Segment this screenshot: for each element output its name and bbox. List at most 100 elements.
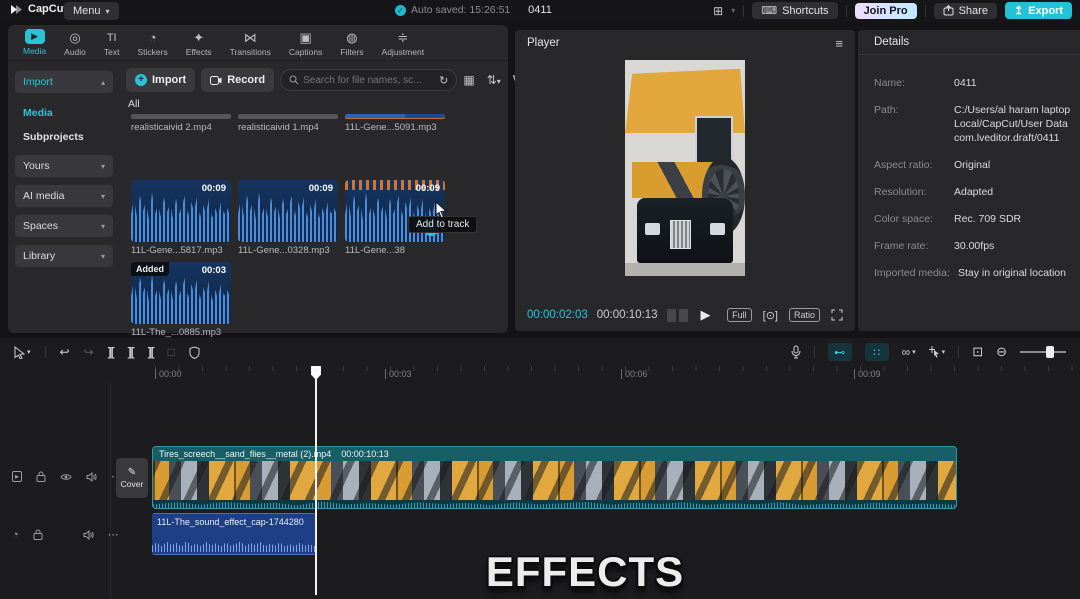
display-layout-icon[interactable]: ⊞ [713, 4, 723, 18]
timeline-ruler[interactable]: 00:00 00:03 00:06 00:09 [0, 366, 1080, 383]
preview-cursor-toggle[interactable]: ▾ [929, 346, 946, 358]
mask-shield-icon[interactable] [189, 346, 200, 359]
sidebar-item-spaces[interactable]: Spaces ▾ [15, 215, 113, 237]
tab-label: Effects [186, 47, 212, 57]
sidebar-item-media[interactable]: Media [15, 101, 113, 125]
zoom-out-icon[interactable]: ⊖ [996, 344, 1007, 360]
audio-clip[interactable]: 11L-The_sound_effect_cap-1744280 [152, 513, 316, 555]
tab-media[interactable]: ▶ Media [16, 29, 53, 60]
media-item-name: 11L-Gene...0328.mp3 [238, 245, 338, 256]
media-panel: ▶ Media ◎ Audio TI Text ◔ Stickers ✦ Eff… [8, 25, 508, 333]
eye-icon[interactable] [60, 473, 72, 481]
main-track-magnet-toggle[interactable]: ⊷ [828, 343, 852, 361]
delete-left-button[interactable]: ][ [128, 345, 134, 359]
export-button[interactable]: ↥ Export [1005, 2, 1072, 19]
lock-icon[interactable] [33, 529, 43, 540]
audio-track-icon: ◔ [12, 529, 19, 541]
preview-axis-icon[interactable]: ⊡ [972, 344, 983, 360]
undo-button[interactable]: ↩ [60, 345, 70, 359]
record-button[interactable]: Record [201, 68, 274, 92]
player-menu-icon[interactable]: ≡ [835, 36, 843, 51]
speaker-icon[interactable] [83, 530, 94, 540]
import-button[interactable]: + Import [126, 68, 195, 92]
car [637, 198, 733, 263]
grid-view-icon[interactable]: ▦ [463, 73, 474, 87]
media-item[interactable]: 00:09 11L-Gene...5817.mp3 [131, 180, 231, 256]
sort-glyph: ⇅ [487, 73, 497, 87]
tab-audio[interactable]: ◎ Audio [57, 29, 93, 60]
shortcuts-button[interactable]: ⌨ Shortcuts [752, 2, 837, 19]
details-row: Name: 0411 [874, 76, 1074, 90]
duration-badge: 00:03 [202, 265, 226, 276]
tab-transitions[interactable]: ⋈ Transitions [223, 29, 278, 60]
join-pro-button[interactable]: Join Pro [855, 3, 917, 19]
sort-icon[interactable]: ⇅▾ [487, 73, 501, 87]
cover-button[interactable]: ✎ Cover [116, 458, 148, 498]
delete-button[interactable]: □ [168, 345, 175, 359]
sidebar-label: Library [23, 250, 55, 262]
video-clip-duration: 00:00:10:13 [341, 449, 389, 459]
sidebar-item-subprojects[interactable]: Subprojects [15, 125, 113, 149]
timeline-zoom-slider[interactable] [1020, 351, 1066, 353]
export-label: Export [1028, 5, 1063, 17]
field-value: Adapted [954, 185, 993, 199]
search-box[interactable]: ↻ [280, 69, 457, 91]
media-item[interactable]: realisticaivid 1.mp4 [238, 114, 338, 133]
filter-all-label[interactable]: All [128, 98, 140, 110]
compare-frames-icon[interactable] [667, 309, 688, 322]
video-clip[interactable]: Tires_screech__sand_flies__metal (2).mp4… [152, 446, 957, 509]
media-toolbar: + Import Record ↻ ▦ [126, 68, 502, 92]
sidebar-label: Import [23, 76, 53, 88]
media-item[interactable]: realisticaivid 2.mp4 [131, 114, 231, 133]
tab-effects[interactable]: ✦ Effects [179, 29, 219, 60]
search-input[interactable] [303, 75, 435, 86]
playhead-line[interactable] [315, 366, 317, 595]
car-headlight [710, 223, 725, 235]
sidebar-item-yours[interactable]: Yours ▾ [15, 155, 113, 177]
chevron-down-icon: ▾ [101, 162, 105, 171]
divider [958, 346, 959, 358]
share-icon [943, 5, 954, 16]
tab-text[interactable]: TI Text [97, 29, 127, 60]
linking-toggle[interactable]: ∞▾ [902, 345, 916, 359]
refresh-icon[interactable]: ↻ [439, 74, 448, 87]
media-item[interactable]: 00:09 11L-Gene...0328.mp3 [238, 180, 338, 256]
divider [925, 5, 926, 17]
redo-button[interactable]: ↪ [84, 345, 94, 359]
delete-right-button[interactable]: ][ [148, 345, 154, 359]
ruler-label: 00:03 [385, 369, 412, 379]
focus-icon[interactable]: [⊙] [763, 309, 778, 322]
speaker-icon[interactable] [86, 472, 97, 482]
voiceover-mic-icon[interactable] [791, 345, 801, 359]
media-item[interactable]: 11L-Gene...5091.mp3 [345, 114, 445, 133]
more-icon[interactable]: ⋯ [108, 528, 119, 541]
audio-waveform-tile[interactable]: Added 00:03 [131, 262, 231, 324]
full-button[interactable]: Full [727, 308, 752, 322]
split-button[interactable]: ][ [108, 345, 114, 359]
car-grille [670, 220, 691, 249]
fullscreen-icon[interactable] [831, 309, 843, 321]
details-row: Aspect ratio: Original [874, 158, 1074, 172]
sidebar-item-library[interactable]: Library ▾ [15, 245, 113, 267]
share-button[interactable]: Share [934, 3, 997, 19]
play-button[interactable]: ▶ [701, 307, 711, 323]
tab-stickers[interactable]: ◔ Stickers [131, 29, 175, 60]
tab-filters[interactable]: ◍ Filters [333, 29, 370, 60]
sidebar-item-import[interactable]: Import ▴ [15, 71, 113, 93]
tab-captions[interactable]: ▣ Captions [282, 29, 330, 60]
zoom-slider-handle[interactable] [1046, 346, 1054, 358]
display-chevron-icon[interactable]: ▾ [731, 6, 735, 15]
tab-adjustment[interactable]: ≑ Adjustment [375, 29, 432, 60]
player-title: Player [527, 37, 560, 49]
audio-waveform-tile[interactable]: 00:09 [238, 180, 338, 242]
select-tool[interactable]: ▾ [14, 346, 31, 359]
auto-snap-toggle[interactable]: ∷ [865, 343, 889, 361]
export-icon: ↥ [1014, 4, 1023, 17]
media-item[interactable]: Added 00:03 11L-The_...0885.mp3 [131, 262, 231, 338]
ratio-button[interactable]: Ratio [789, 308, 820, 322]
audio-waveform-tile[interactable]: 00:09 [131, 180, 231, 242]
tab-label: Captions [289, 47, 323, 57]
lock-icon[interactable] [36, 471, 46, 482]
player-right-controls: Full [⊙] Ratio [727, 308, 843, 322]
sidebar-item-ai-media[interactable]: AI media ▾ [15, 185, 113, 207]
